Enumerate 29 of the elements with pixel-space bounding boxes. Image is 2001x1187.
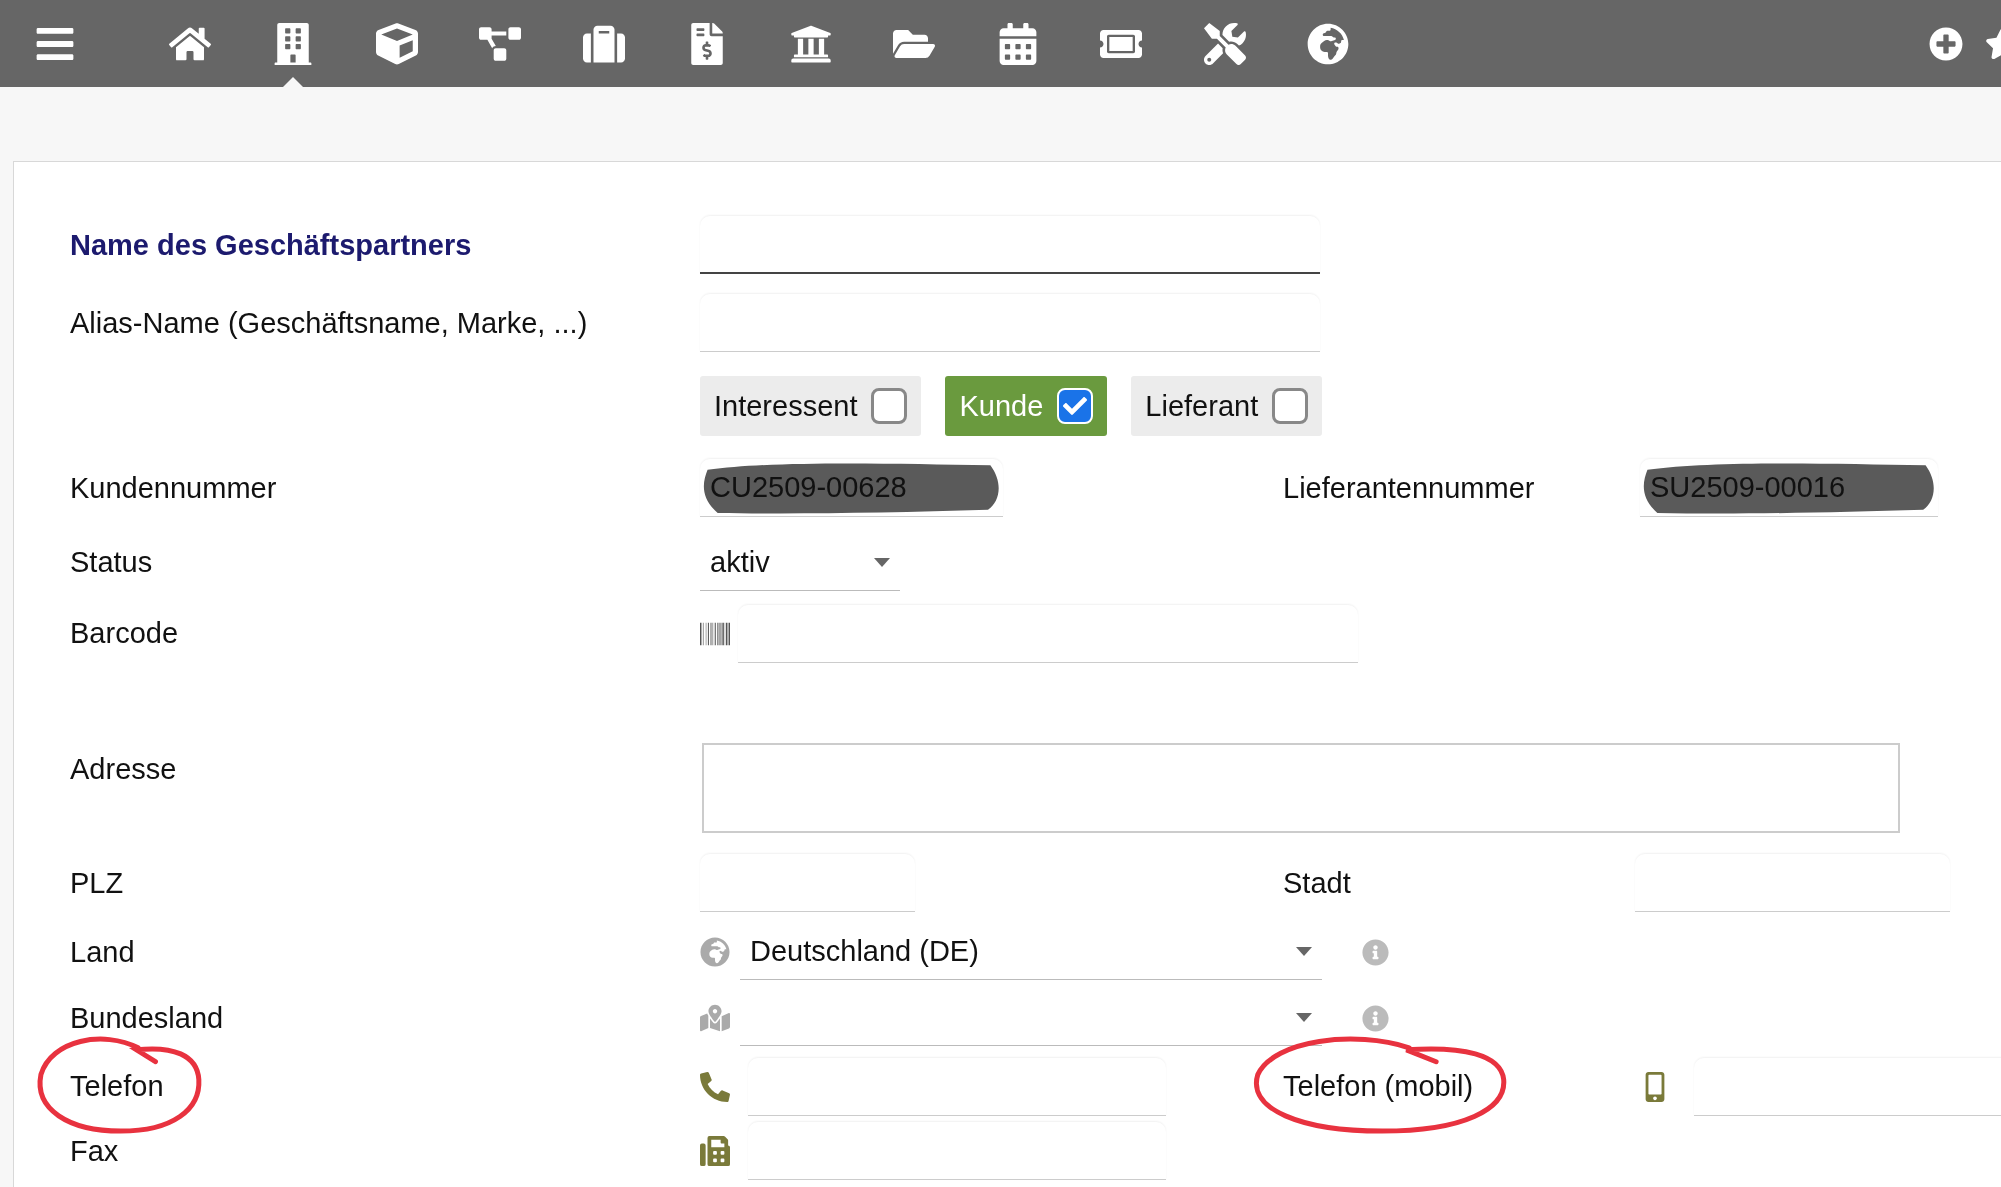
field-label: Bundesland <box>70 1001 224 1035</box>
field-label: Kundennummer <box>70 471 277 505</box>
field-label: Land <box>70 935 135 969</box>
field-label: Alias-Name (Geschäftsname, Marke, ...) <box>70 306 588 340</box>
field-label: Stadt <box>1283 866 1351 900</box>
caret-icon <box>1296 947 1312 956</box>
field-label: Fax <box>70 1134 119 1168</box>
field-label: Status <box>70 546 153 579</box>
type-checkbox[interactable]: Interessent <box>700 376 922 436</box>
type-checkbox[interactable]: Lieferant <box>1131 376 1323 436</box>
caret-icon <box>874 557 890 567</box>
field-label: Name des Geschäftspartners <box>70 228 472 262</box>
status-select[interactable]: aktiv <box>700 534 900 591</box>
field-label: Adresse <box>70 753 177 786</box>
field-label: PLZ <box>70 866 124 900</box>
globe-icon <box>700 937 730 967</box>
phone-icon <box>700 1071 730 1102</box>
field-label: Barcode <box>70 617 178 650</box>
country-select[interactable]: Deutschland (DE) <box>740 924 1322 980</box>
info-icon <box>1362 938 1389 966</box>
map-icon <box>700 1003 730 1033</box>
field-label: Lieferantennummer <box>1283 471 1535 505</box>
field-label: Telefon (mobil) <box>1283 1070 1474 1103</box>
caret-icon <box>1296 1013 1312 1022</box>
add-icon[interactable] <box>1929 26 1963 61</box>
info-icon <box>1362 1004 1389 1032</box>
checkmark-icon <box>1063 394 1088 418</box>
field-label: Telefon <box>70 1070 164 1103</box>
fax-icon <box>700 1136 730 1166</box>
